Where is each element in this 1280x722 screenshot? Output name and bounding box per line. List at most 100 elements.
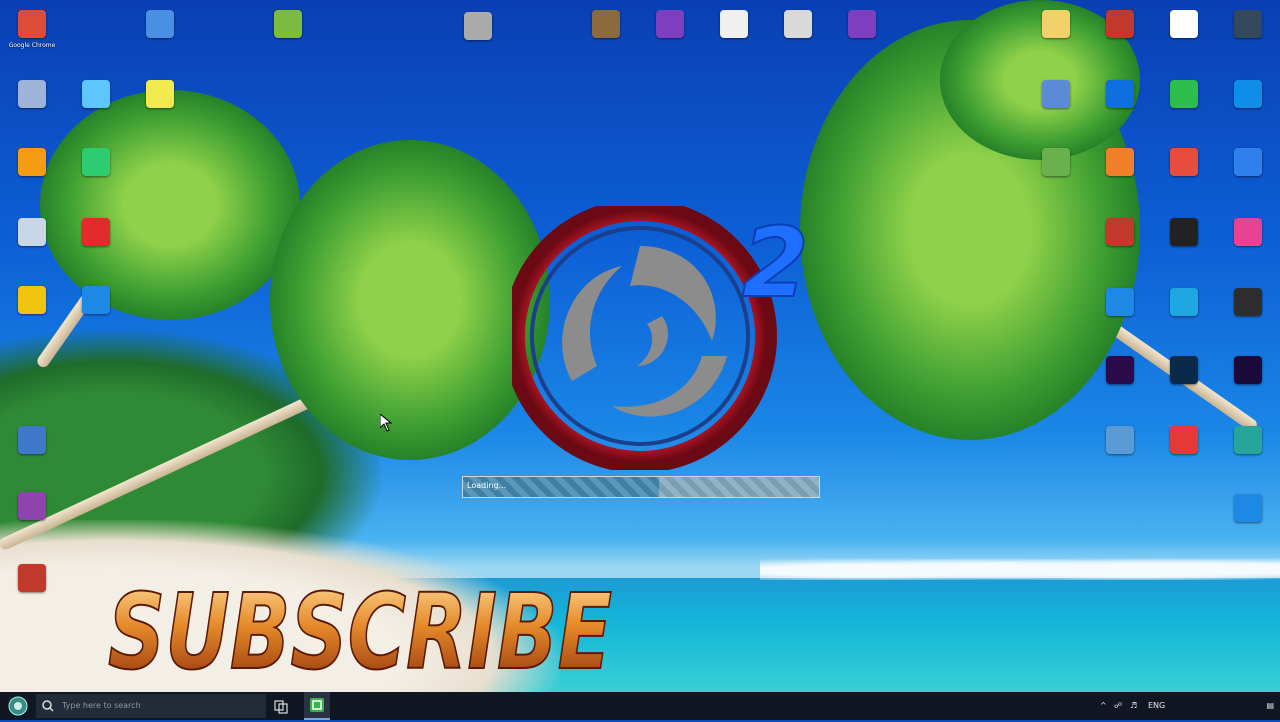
photo-icon <box>592 10 620 38</box>
desktop-shortcut[interactable] <box>766 4 830 68</box>
camera-icon <box>1170 218 1198 246</box>
app-icon <box>82 80 110 108</box>
desktop-shortcut[interactable] <box>1088 142 1152 206</box>
desktop-shortcut[interactable] <box>1088 4 1152 68</box>
desktop-shortcut[interactable] <box>1088 350 1152 414</box>
task-view-button[interactable] <box>272 696 290 716</box>
desktop-shortcut-label <box>256 42 320 60</box>
desktop-shortcut-label <box>1088 42 1152 60</box>
desktop-shortcut[interactable] <box>128 74 192 138</box>
show-hidden-icons-icon[interactable]: ^ <box>1100 701 1107 710</box>
network-icon[interactable]: ☍ <box>1114 701 1122 710</box>
desktop-shortcut-label <box>1216 42 1280 60</box>
desktop-shortcut-label <box>830 42 894 60</box>
desktop-shortcut[interactable] <box>1152 4 1216 68</box>
desktop-shortcut-label <box>1152 250 1216 268</box>
desktop-shortcut[interactable] <box>0 420 64 484</box>
system-tray: ^ ☍ ♬ ENG ▤ <box>1100 692 1280 720</box>
desktop-shortcut[interactable] <box>1088 74 1152 138</box>
desktop-shortcut[interactable] <box>1216 4 1280 68</box>
search-box[interactable]: Type here to search <box>36 694 266 718</box>
recycle-bin-icon <box>18 218 46 246</box>
camtasia-icon <box>310 698 324 712</box>
desktop-shortcut[interactable] <box>574 4 638 68</box>
desktop-shortcut[interactable] <box>1216 282 1280 346</box>
taskbar-app-camtasia[interactable] <box>304 692 330 720</box>
desktop-shortcut[interactable] <box>1216 142 1280 206</box>
app-icon <box>1042 80 1070 108</box>
desktop-shortcut[interactable] <box>1024 142 1088 206</box>
desktop-shortcut[interactable] <box>0 486 64 550</box>
desktop-shortcut-label <box>0 112 64 130</box>
desktop-shortcut[interactable] <box>0 212 64 276</box>
volume-icon[interactable]: ♬ <box>1130 701 1137 710</box>
desktop-shortcut-label <box>1216 250 1280 268</box>
document-icon <box>146 10 174 38</box>
desktop-shortcut-label <box>1152 112 1216 130</box>
desktop-shortcut[interactable] <box>64 280 128 344</box>
desktop-shortcut[interactable] <box>1024 4 1088 68</box>
archive-icon <box>848 10 876 38</box>
desktop-shortcut[interactable] <box>1216 420 1280 484</box>
desktop-shortcut[interactable] <box>128 4 192 68</box>
desktop-shortcut-label <box>0 596 64 614</box>
desktop-shortcut[interactable] <box>1152 142 1216 206</box>
game-icon <box>784 10 812 38</box>
app-icon <box>1234 426 1262 454</box>
chat-icon <box>1234 494 1262 522</box>
opera-icon <box>82 218 110 246</box>
desktop-shortcut[interactable] <box>1088 212 1152 276</box>
desktop-shortcut[interactable] <box>1152 350 1216 414</box>
desktop-shortcut-label <box>1088 250 1152 268</box>
app-icon <box>1234 10 1262 38</box>
desktop-shortcut[interactable] <box>1152 282 1216 346</box>
app-icon <box>1106 148 1134 176</box>
desktop-shortcut[interactable] <box>0 280 64 344</box>
desktop-shortcut-label: Google Chrome <box>8 42 56 49</box>
desktop-shortcut-label <box>128 112 192 130</box>
desktop-shortcut[interactable] <box>64 212 128 276</box>
desktop-shortcut[interactable] <box>256 4 320 68</box>
app-icon <box>1106 426 1134 454</box>
desktop-shortcut-label <box>1088 388 1152 406</box>
taskbar: Type here to search ^ ☍ ♬ ENG ▤ <box>0 692 1280 720</box>
desktop-shortcut-label <box>766 42 830 60</box>
desktop-shortcut-label <box>0 524 64 542</box>
desktop-shortcut[interactable] <box>1152 420 1216 484</box>
notifications-icon[interactable]: ▤ <box>1266 701 1274 710</box>
desktop-shortcut[interactable] <box>1152 212 1216 276</box>
desktop-shortcut[interactable] <box>638 4 702 68</box>
task-view-icon <box>274 700 288 714</box>
language-indicator[interactable]: ENG <box>1148 701 1165 710</box>
desktop-shortcut[interactable] <box>1024 74 1088 138</box>
desktop-shortcut[interactable] <box>0 558 64 622</box>
start-button[interactable] <box>4 694 32 718</box>
desktop-shortcut[interactable] <box>0 74 64 138</box>
desktop-shortcut-label <box>1152 458 1216 476</box>
desktop-shortcut[interactable] <box>1088 282 1152 346</box>
desktop-shortcut-label <box>1088 320 1152 338</box>
desktop-shortcut[interactable] <box>446 6 510 70</box>
desktop-shortcut[interactable] <box>0 142 64 206</box>
search-icon <box>42 700 54 712</box>
desktop-shortcut[interactable] <box>1152 74 1216 138</box>
desktop-wallpaper: Google Chrome 2 Loading... SUBSCRIBE <box>0 0 1280 692</box>
desktop-shortcut-label <box>0 180 64 198</box>
desktop-shortcut[interactable] <box>1216 212 1280 276</box>
premiere-icon <box>1106 356 1134 384</box>
bluestacks-icon <box>1042 148 1070 176</box>
desktop-shortcut[interactable] <box>64 142 128 206</box>
folder-icon <box>1042 10 1070 38</box>
subscribe-text: SUBSCRIBE <box>108 571 612 686</box>
desktop-shortcut[interactable] <box>1216 74 1280 138</box>
desktop-shortcut[interactable] <box>1216 350 1280 414</box>
recycle-bin-icon <box>18 80 46 108</box>
desktop-shortcut[interactable]: Google Chrome <box>0 4 64 68</box>
file-icon <box>274 10 302 38</box>
add-icon <box>18 286 46 314</box>
desktop-shortcut[interactable] <box>1088 420 1152 484</box>
desktop-shortcut[interactable] <box>702 4 766 68</box>
desktop-shortcut[interactable] <box>830 4 894 68</box>
desktop-shortcut[interactable] <box>1216 488 1280 552</box>
desktop-shortcut[interactable] <box>64 74 128 138</box>
